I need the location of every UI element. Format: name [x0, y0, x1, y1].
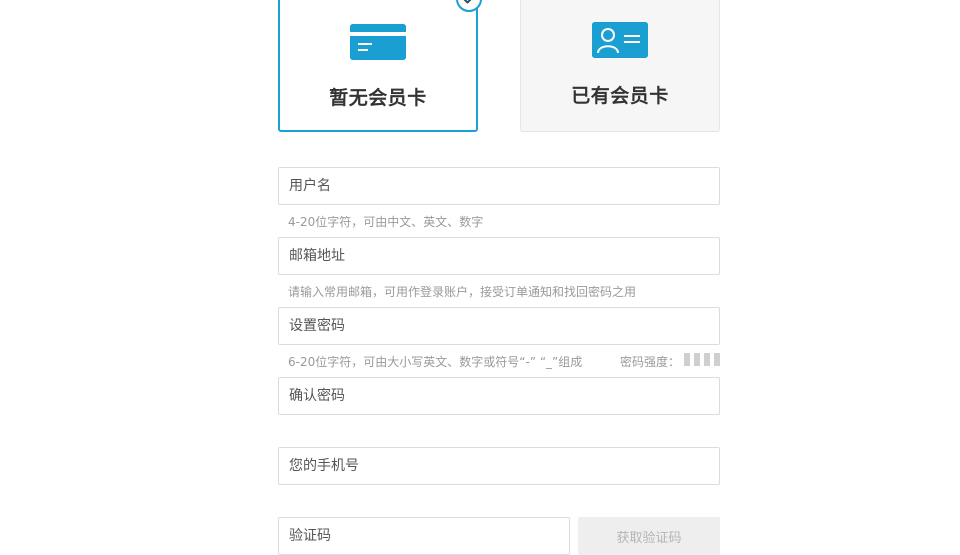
strength-bar	[714, 353, 720, 366]
checkmark-icon	[456, 0, 482, 12]
confirm-password-field[interactable]	[278, 377, 720, 415]
password-input[interactable]	[279, 308, 719, 344]
password-strength-label: 密码强度：	[620, 355, 681, 369]
username-field[interactable]	[278, 167, 720, 205]
verification-code-input[interactable]	[279, 518, 569, 554]
strength-bar	[694, 353, 700, 366]
password-field[interactable]	[278, 307, 720, 345]
phone-field[interactable]	[278, 447, 720, 485]
confirm-password-input[interactable]	[279, 378, 719, 414]
option-has-member-card[interactable]: 已有会员卡	[520, 0, 720, 132]
password-strength-meter	[684, 353, 720, 366]
strength-bar	[684, 353, 690, 366]
get-verification-code-button[interactable]: 获取验证码	[578, 517, 720, 555]
phone-input[interactable]	[279, 448, 719, 484]
username-hint: 4-20位字符，可由中文、英文、数字	[288, 215, 484, 229]
password-hint: 6-20位字符，可由大小写英文、数字或符号“-” “_”组成	[288, 355, 583, 369]
option-label: 已有会员卡	[571, 85, 669, 107]
email-hint: 请输入常用邮箱，可用作登录账户，接受订单通知和找回密码之用	[288, 285, 637, 299]
username-input[interactable]	[279, 168, 719, 204]
credit-card-icon	[350, 24, 406, 60]
verification-code-field[interactable]	[278, 517, 570, 555]
email-field[interactable]	[278, 237, 720, 275]
option-no-member-card[interactable]: 暂无会员卡	[278, 0, 482, 132]
member-id-card-icon	[592, 22, 648, 58]
option-label: 暂无会员卡	[329, 87, 427, 109]
strength-bar	[704, 353, 710, 366]
registration-page: 暂无会员卡 已有会员卡 4-20位字符，可由中文、英文、数字 请输入常用邮箱，可…	[0, 0, 960, 555]
email-input[interactable]	[279, 238, 719, 274]
